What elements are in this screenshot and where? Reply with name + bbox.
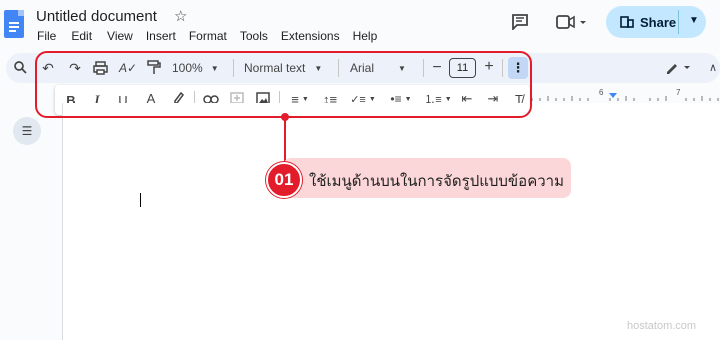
docs-logo-icon[interactable] — [4, 10, 24, 38]
watermark: hostatom.com — [627, 320, 697, 332]
menu-file[interactable]: File — [37, 29, 56, 43]
menu-extensions[interactable]: Extensions — [281, 29, 340, 43]
right-indent-marker[interactable] — [609, 93, 617, 98]
share-label: Share — [640, 14, 677, 30]
menu-insert[interactable]: Insert — [146, 29, 176, 43]
document-page[interactable] — [62, 103, 720, 340]
ruler — [531, 93, 719, 101]
menu-edit[interactable]: Edit — [71, 29, 92, 43]
share-button[interactable]: Share ▼ — [606, 6, 706, 38]
text-cursor — [140, 193, 141, 207]
star-icon[interactable]: ☆ — [174, 7, 187, 25]
callout-number: 01 — [266, 162, 302, 198]
search-menus-icon[interactable] — [14, 61, 27, 74]
callout-connector — [284, 118, 286, 162]
editing-mode-icon[interactable] — [665, 61, 693, 74]
lock-building-icon — [620, 16, 634, 28]
outline-icon[interactable]: ☰ — [13, 117, 41, 145]
menu-view[interactable]: View — [107, 29, 133, 43]
comment-history-icon[interactable] — [511, 14, 529, 30]
share-dropdown-icon[interactable]: ▼ — [689, 15, 699, 26]
menu-format[interactable]: Format — [189, 29, 227, 43]
menu-bar: File Edit View Insert Format Tools Exten… — [37, 29, 377, 43]
meet-icon[interactable] — [556, 15, 588, 29]
menu-tools[interactable]: Tools — [240, 29, 268, 43]
menu-help[interactable]: Help — [353, 29, 378, 43]
callout-text: ใช้เมนูด้านบนในการจัดรูปแบบข้อความ — [309, 172, 564, 190]
document-title[interactable]: Untitled document — [36, 8, 157, 25]
collapse-menus-icon[interactable]: ∧ — [706, 58, 720, 76]
ruler-mark-6: 6 — [599, 88, 604, 97]
toolbar-highlight-frame — [35, 51, 532, 118]
ruler-mark-7: 7 — [676, 88, 681, 97]
